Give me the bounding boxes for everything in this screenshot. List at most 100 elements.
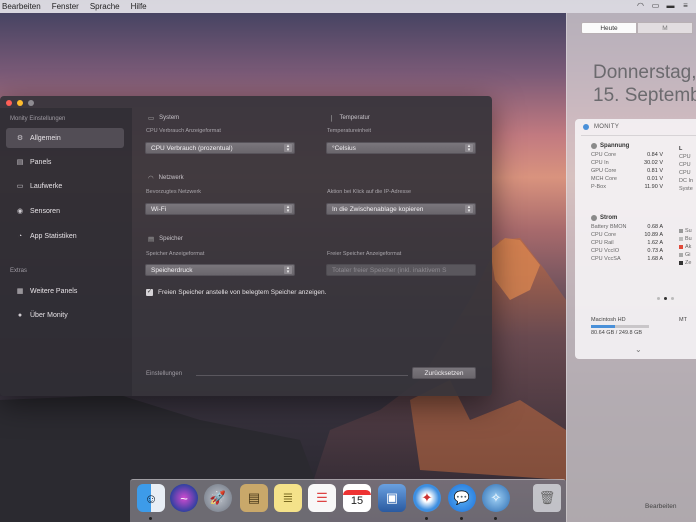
- temperature-title: Temperatur: [339, 115, 370, 121]
- voltage-row: GPU Core 0.81 V: [591, 167, 663, 175]
- battery-icon[interactable]: ▬: [666, 2, 675, 10]
- notification-center-icon[interactable]: ≡: [681, 2, 690, 10]
- right-column-temperature: L CPU CPU CPU DC In Syste: [679, 145, 693, 193]
- row-label: P-Box: [591, 184, 606, 190]
- ip-click-action-label: Aktion bei Klick auf die IP-Adresse: [327, 189, 412, 195]
- current-row: CPU VccIO 0.73 A: [591, 247, 663, 255]
- zoom-button[interactable]: [28, 100, 34, 106]
- notification-center: Heute M Donnerstag, 15. Septemb MONITY S…: [566, 13, 696, 522]
- sidebar-item-app-statistiken[interactable]: ◔ App Statistiken: [6, 226, 124, 246]
- temperature-group-title: ❘ Temperatur: [329, 114, 370, 122]
- settings-footer-label: Einstellungen: [146, 371, 183, 377]
- trash-icon[interactable]: 🗑: [533, 484, 561, 512]
- info-icon: ●: [17, 311, 23, 319]
- system-group-title: ▭ System: [148, 114, 179, 122]
- cpu-format-select[interactable]: CPU Verbrauch (prozentual) ▴ ▾: [145, 142, 295, 154]
- page-dot[interactable]: [657, 297, 660, 300]
- stickies-icon[interactable]: ≣: [274, 484, 302, 512]
- row-label: CPU In: [591, 160, 609, 166]
- extras-heading: Extras: [10, 268, 28, 274]
- select-arrows-icon: ▴ ▾: [284, 205, 292, 214]
- preferred-network-select[interactable]: Wi-Fi ▴ ▾: [145, 203, 295, 215]
- voltage-section: Spannung CPU Core 0.84 V CPU In 30.02 V GP…: [591, 143, 663, 191]
- ip-click-action-value: In die Zwischenablage kopieren: [332, 205, 424, 213]
- sidebar-item-panels[interactable]: ▤ Panels: [6, 152, 124, 172]
- free-memory-format-value: Totaler freier Speicher (inkl. inaktivem…: [332, 266, 447, 274]
- row-label: Battery BMON: [591, 224, 627, 230]
- network-utility-icon[interactable]: ✧: [482, 484, 510, 512]
- more-panels-icon: ▦: [16, 288, 24, 295]
- right-col-app-label: Bu: [685, 236, 692, 242]
- row-label: CPU Rail: [591, 240, 614, 246]
- voltage-row: CPU In 30.02 V: [591, 159, 663, 167]
- messages-icon[interactable]: 💬: [448, 484, 476, 512]
- ip-click-action-select[interactable]: In die Zwischenablage kopieren ▴ ▾: [326, 203, 476, 215]
- temperature-unit-select[interactable]: °Celsius ▴ ▾: [326, 142, 476, 154]
- chevron-down-icon[interactable]: ⌄: [635, 345, 642, 354]
- select-arrows-icon: ▴ ▾: [284, 266, 292, 275]
- row-label: CPU VccIO: [591, 248, 620, 254]
- sidebar-item-laufwerke[interactable]: ▭ Laufwerke: [6, 176, 124, 196]
- app-color-swatch: [679, 253, 683, 257]
- page-dot[interactable]: [671, 297, 674, 300]
- tab-mitteilungen[interactable]: M: [637, 22, 693, 34]
- sidebar-item-label: App Statistiken: [30, 232, 77, 240]
- memory-format-select[interactable]: Speicherdruck ▴ ▾: [145, 264, 295, 276]
- disk-name: Macintosh HD: [591, 317, 626, 323]
- current-row: Battery BMON 0.68 A: [591, 223, 663, 231]
- sidebar-item-label: Weitere Panels: [30, 287, 78, 295]
- free-memory-format-select[interactable]: Totaler freier Speicher (inkl. inaktivem…: [326, 264, 476, 276]
- menu-hilfe[interactable]: Hilfe: [131, 2, 147, 11]
- checkbox-check-icon[interactable]: ✓: [146, 289, 153, 296]
- tab-heute[interactable]: Heute: [581, 22, 637, 34]
- page-dot-active[interactable]: [664, 297, 667, 300]
- close-button[interactable]: [6, 100, 12, 106]
- row-value: 30.02 V: [644, 160, 663, 166]
- disk-usage-text: 80.64 GB / 249.8 GB: [591, 330, 643, 336]
- right-col-app: Bu: [679, 235, 692, 243]
- voltage-heading: Spannung: [591, 143, 663, 149]
- select-arrows-icon: ▴ ▾: [465, 205, 473, 214]
- notes-icon[interactable]: ▤: [240, 484, 268, 512]
- row-value: 0.01 V: [647, 176, 663, 182]
- thermometer-icon: ❘: [329, 115, 335, 122]
- system-title: System: [159, 115, 180, 121]
- minimize-button[interactable]: [17, 100, 23, 106]
- sidebar-item-ueber-monity[interactable]: ● Über Monity: [6, 305, 124, 325]
- sidebar-item-allgemein[interactable]: ⚙ Allgemein: [6, 128, 124, 148]
- siri-icon[interactable]: ~: [170, 484, 198, 512]
- page-dots[interactable]: [657, 297, 674, 300]
- row-label: CPU VccSA: [591, 256, 621, 262]
- right-col-app: Ak: [679, 243, 692, 251]
- menu-sprache[interactable]: Sprache: [90, 2, 120, 11]
- sidebar-item-label: Sensoren: [30, 207, 60, 215]
- show-free-memory-label: Freien Speicher anstelle von belegtem Sp…: [158, 289, 327, 296]
- finder-icon[interactable]: ☺: [137, 484, 165, 512]
- preview-icon[interactable]: ▣: [378, 484, 406, 512]
- calendar-icon[interactable]: 15: [343, 484, 371, 512]
- right-column-apps: Su Bu Ak Gi Ze: [679, 227, 692, 267]
- storage-title: Speicher: [159, 236, 183, 242]
- nc-edit-button[interactable]: Bearbeiten: [645, 503, 676, 510]
- wifi-icon[interactable]: ◠: [636, 2, 645, 10]
- app-color-swatch: [679, 261, 683, 265]
- row-value: 11.90 V: [644, 184, 663, 190]
- right-col-app: Gi: [679, 251, 692, 259]
- sidebar-item-sensoren[interactable]: ◉ Sensoren: [6, 201, 124, 221]
- row-label: MCH Core: [591, 176, 617, 182]
- menu-bearbeiten[interactable]: Bearbeiten: [2, 2, 41, 11]
- menu-fenster[interactable]: Fenster: [52, 2, 79, 11]
- sensor-icon: ◉: [16, 208, 24, 215]
- app-color-swatch: [679, 245, 683, 249]
- nc-tabs: Heute M: [581, 22, 696, 34]
- reset-button[interactable]: Zurücksetzen: [412, 367, 476, 379]
- current-heading: Strom: [591, 215, 663, 221]
- reminders-icon[interactable]: ☰: [308, 484, 336, 512]
- show-free-memory-checkbox[interactable]: ✓ Freien Speicher anstelle von belegtem …: [146, 289, 326, 296]
- safari-icon[interactable]: ✦: [413, 484, 441, 512]
- right-col-app-label: Gi: [685, 252, 691, 258]
- launchpad-icon[interactable]: 🚀: [204, 484, 232, 512]
- sidebar-item-weitere-panels[interactable]: ▦ Weitere Panels: [6, 281, 124, 301]
- airplay-icon[interactable]: ▭: [651, 2, 660, 10]
- current-icon: [591, 215, 597, 221]
